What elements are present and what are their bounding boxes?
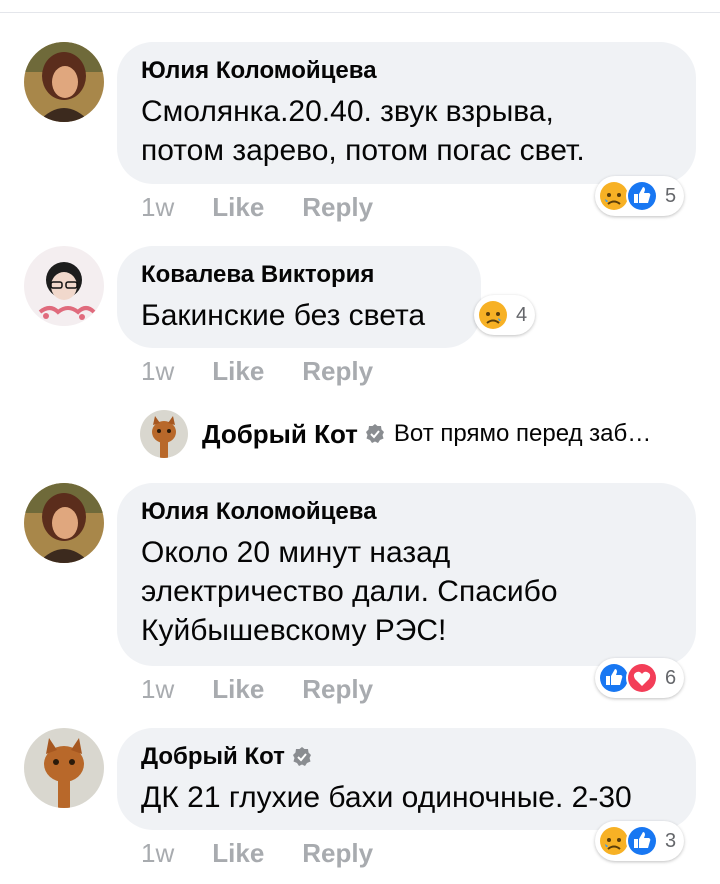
reaction-count: 3 [665,829,677,852]
author-name[interactable]: Юлия Коломойцева [141,56,672,86]
verified-badge-icon [291,746,313,768]
author-name[interactable]: Ковалева Виктория [141,260,457,290]
comment-bubble: Ковалева Виктория Бакинские без света [117,246,481,348]
comment-text: Смолянка.20.40. звук взрыва, потом зарев… [141,95,585,167]
like-button[interactable]: Like [212,838,264,869]
author-name[interactable]: Добрый Кот [141,742,672,772]
verified-badge-icon [364,423,386,445]
like-button[interactable]: Like [212,192,264,223]
avatar[interactable] [24,246,104,326]
reply-button[interactable]: Reply [302,674,373,705]
comment-actions: 1w Like Reply [141,674,373,705]
like-icon [625,824,659,858]
reaction-count: 6 [665,666,677,689]
top-divider [0,12,720,13]
timestamp[interactable]: 1w [141,356,174,387]
reaction-count: 5 [665,184,677,207]
comment-text: Около 20 минут назад электричество дали.… [141,536,558,647]
timestamp[interactable]: 1w [141,838,174,869]
sad-icon [476,298,510,332]
reactions-summary[interactable]: 3 [595,821,685,861]
comment-actions: 1w Like Reply [141,192,373,223]
reply-button[interactable]: Reply [302,192,373,223]
comment-actions: 1w Like Reply [141,838,373,869]
like-button[interactable]: Like [212,674,264,705]
reply-author-name[interactable]: Добрый Кот [202,419,358,450]
comment-bubble: Юлия Коломойцева Около 20 минут назад эл… [117,483,696,666]
avatar[interactable] [24,42,104,122]
comment-text: ДК 21 глухие бахи одиночные. 2-30 [141,781,632,814]
timestamp[interactable]: 1w [141,674,174,705]
like-button[interactable]: Like [212,356,264,387]
reply-button[interactable]: Reply [302,838,373,869]
comment-bubble: Юлия Коломойцева Смолянка.20.40. звук вз… [117,42,696,184]
comment-actions: 1w Like Reply [141,356,373,387]
comment-bubble: Добрый Кот ДК 21 глухие бахи одиночные. … [117,728,696,830]
like-icon [625,179,659,213]
reply-text: Вот прямо перед заб… [393,420,652,447]
reply-preview[interactable]: Добрый Кот Вот прямо перед заб… [140,410,651,458]
reactions-summary[interactable]: 5 [595,176,685,216]
avatar[interactable] [140,410,188,458]
avatar[interactable] [24,483,104,563]
timestamp[interactable]: 1w [141,192,174,223]
comment-text: Бакинские без света [141,299,426,332]
love-icon [625,661,659,695]
avatar[interactable] [24,728,104,808]
reply-button[interactable]: Reply [302,356,373,387]
reactions-summary[interactable]: 4 [474,295,536,335]
reactions-summary[interactable]: 6 [595,658,685,698]
author-name[interactable]: Юлия Коломойцева [141,497,672,527]
reaction-count: 4 [516,303,528,326]
